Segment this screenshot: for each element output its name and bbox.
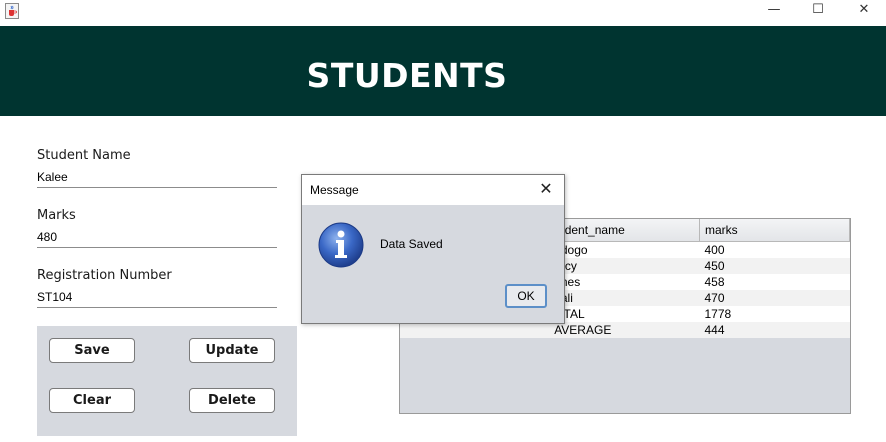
- clear-button[interactable]: Clear: [49, 388, 135, 413]
- student-name-input[interactable]: [37, 167, 277, 188]
- java-cup-icon: [5, 3, 19, 19]
- table-cell: 470: [699, 290, 850, 306]
- table-cell: OTAL: [549, 306, 700, 322]
- table-cell: ones: [549, 274, 700, 290]
- marks-label: Marks: [37, 208, 76, 223]
- table-cell: adogo: [549, 241, 700, 258]
- delete-button[interactable]: Delete: [189, 388, 275, 413]
- dialog-title: Message: [310, 183, 359, 197]
- window-titlebar: — ☐ ✕: [0, 0, 886, 26]
- maximize-button[interactable]: ☐: [796, 0, 840, 22]
- button-panel: Save Update Clear Delete: [37, 326, 297, 436]
- info-icon: [318, 222, 364, 268]
- registration-number-label: Registration Number: [37, 268, 172, 283]
- table-cell: [400, 322, 550, 338]
- message-dialog: Message ✕ Data Saved OK: [301, 174, 565, 324]
- page-title: STUDENTS: [306, 56, 508, 95]
- header-banner: STUDENTS: [0, 26, 886, 116]
- ok-button[interactable]: OK: [505, 284, 547, 308]
- dialog-close-button[interactable]: ✕: [534, 178, 558, 200]
- student-name-label: Student Name: [37, 148, 131, 163]
- column-header-marks[interactable]: marks: [699, 219, 850, 242]
- dialog-body: Data Saved OK: [302, 205, 564, 323]
- table-cell: 450: [699, 258, 850, 274]
- registration-number-input[interactable]: [37, 287, 277, 308]
- table-cell: 400: [699, 241, 850, 258]
- update-button[interactable]: Update: [189, 338, 275, 363]
- marks-input[interactable]: [37, 227, 277, 248]
- save-button[interactable]: Save: [49, 338, 135, 363]
- dialog-message: Data Saved: [380, 237, 443, 251]
- column-header-student-name[interactable]: tudent_name: [549, 219, 701, 242]
- table-row[interactable]: AVERAGE 444: [400, 322, 850, 338]
- table-cell: ercy: [549, 258, 700, 274]
- table-cell: 458: [699, 274, 850, 290]
- table-cell: AVERAGE: [549, 322, 700, 338]
- table-cell: hali: [549, 290, 700, 306]
- minimize-button[interactable]: —: [752, 0, 796, 22]
- table-cell: 1778: [699, 306, 850, 322]
- window-close-button[interactable]: ✕: [842, 0, 886, 22]
- table-cell: 444: [699, 322, 850, 338]
